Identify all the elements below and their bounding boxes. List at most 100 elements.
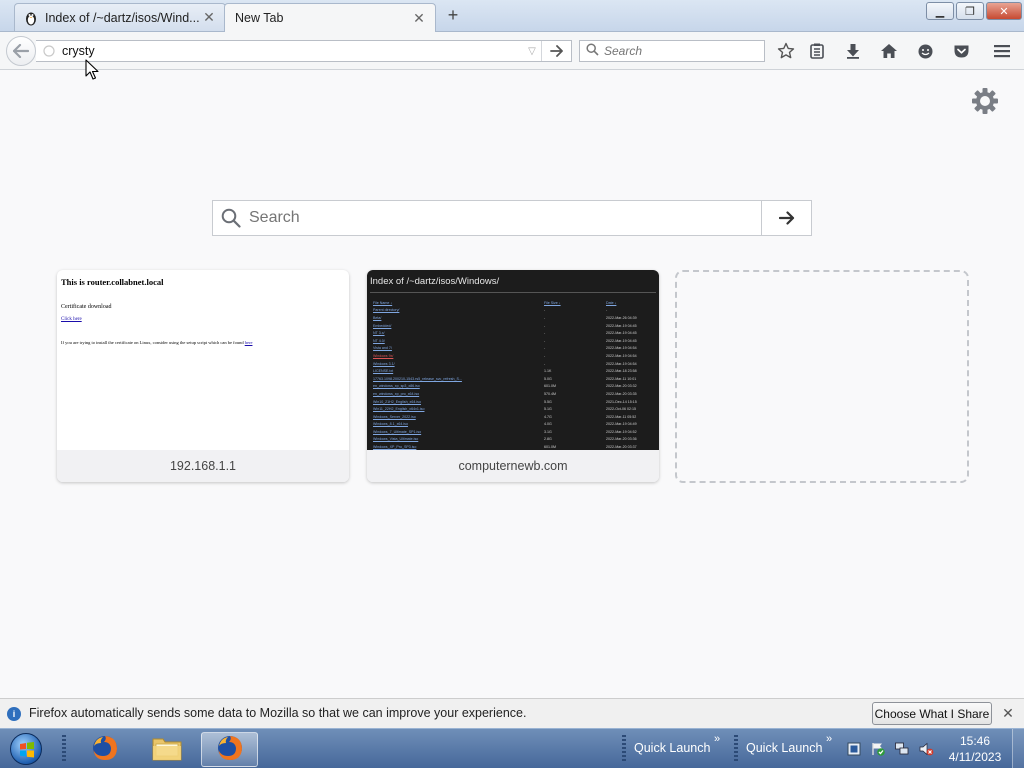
thumb-table-cell: - — [544, 308, 546, 313]
back-arrow-icon[interactable] — [6, 36, 36, 66]
windows-taskbar: Quick Launch » Quick Launch » 15:46 4/11… — [0, 728, 1024, 768]
thumb-table-cell: Windows 3.1/ — [373, 361, 395, 366]
thumb-table-cell: Win11_22H2_English_x64v1.iso — [373, 407, 425, 412]
window-close-button[interactable]: ✕ — [986, 2, 1022, 20]
start-button[interactable] — [4, 731, 48, 767]
gear-icon[interactable] — [970, 86, 1000, 116]
taskbar-grip[interactable] — [734, 735, 738, 763]
tab-close-icon[interactable]: ✕ — [411, 10, 427, 26]
url-dropdown-icon[interactable]: ▽ — [523, 46, 541, 57]
downloads-icon[interactable] — [842, 41, 864, 61]
thumb-table-cell: 2022-Mar-20 03:35 — [606, 391, 637, 396]
data-reporting-notification: i Firefox automatically sends some data … — [0, 698, 1024, 728]
quick-launch-toolbar-1[interactable]: Quick Launch » — [634, 733, 720, 755]
minimize-button[interactable]: ▁ — [926, 2, 954, 20]
thumb-table-cell: en_windows_xp_pro_x64.iso — [373, 391, 420, 396]
thumb-table-cell: NT 3.x/ — [373, 331, 385, 336]
thumb-table-row: Windows_XP_Pro_SP3.iso 601.0M 2022-Mar-20 … — [370, 443, 656, 450]
top-site-tile-computernewb[interactable]: Index of /~dartz/isos/Windows/ File Name… — [367, 270, 659, 482]
home-icon[interactable] — [878, 41, 900, 61]
tile-label: 192.168.1.1 — [57, 450, 349, 482]
thumb-table-cell: Windows_7_Ultimate_SP1.iso — [373, 429, 422, 434]
taskbar-firefox-pinned[interactable] — [80, 732, 130, 767]
thumb-table-cell: LICENSE.txt — [373, 369, 394, 374]
thumb-table-cell: 5.0G — [544, 376, 552, 381]
show-desktop-button[interactable] — [1012, 729, 1024, 768]
language-icon[interactable] — [846, 741, 862, 757]
maximize-button[interactable]: ❐ — [956, 2, 984, 20]
site-identity-icon[interactable] — [36, 41, 62, 61]
tab-new-tab[interactable]: New Tab ✕ — [224, 3, 436, 32]
thumb-table-cell: 2022-Mar-19 04:45 — [606, 331, 637, 336]
thumb-table-cell: 2022-Oct-06 02:15 — [606, 407, 636, 412]
clock-time: 15:46 — [959, 734, 991, 748]
bookmarks-menu-icon[interactable] — [806, 41, 828, 61]
thumb-table-cell: - — [544, 346, 546, 351]
thumb-table-cell: - — [544, 315, 546, 320]
choose-what-i-share-button[interactable]: Choose What I Share — [872, 702, 992, 725]
thumb-table-cell: Windows_Server_2022.iso — [373, 414, 416, 419]
thumb-table-cell: Beta/ — [373, 315, 382, 320]
chevron-icon[interactable]: » — [826, 733, 832, 745]
tab-index-dartz[interactable]: Index of /~dartz/isos/Wind... ✕ — [14, 3, 226, 31]
notification-close-icon[interactable]: ✕ — [1000, 705, 1016, 721]
taskbar-firefox-active[interactable] — [201, 732, 258, 767]
chevron-icon[interactable]: » — [714, 733, 720, 745]
new-tab-plus-icon[interactable]: + — [444, 5, 462, 25]
thumb-table-cell: Windows_8.1_x64.iso — [373, 422, 408, 427]
system-clock[interactable]: 15:46 4/11/2023 — [944, 733, 1006, 765]
thumb-table-row: Windows 9x/ - 2022-Mar-19 04:54 — [370, 352, 656, 360]
tab-close-icon[interactable]: ✕ — [201, 9, 217, 26]
url-input[interactable] — [62, 44, 523, 58]
toolbar-search-bar[interactable] — [579, 40, 765, 62]
thumb-table-cell: en_windows_xp_sp3_x86.iso — [373, 384, 420, 389]
quick-launch-toolbar-2[interactable]: Quick Launch » — [746, 733, 832, 755]
thumb-table-cell: 4.0G — [544, 422, 552, 427]
thumb-table-cell: 2022-Mar-19 04:45 — [606, 338, 637, 343]
thumb-table-cell: 601.0M — [544, 384, 556, 389]
thumb-table-cell: - — [544, 353, 546, 358]
go-arrow-icon[interactable] — [541, 41, 571, 61]
volume-muted-icon[interactable] — [918, 741, 934, 757]
thumb-table-cell: - — [544, 331, 546, 336]
thumb-table-cell: 2.8G — [544, 437, 552, 442]
network-icon[interactable] — [894, 741, 910, 757]
taskbar-explorer[interactable] — [142, 732, 192, 767]
thumb-paragraph: If you are trying to install the certifi… — [61, 340, 253, 345]
thumb-table-row: NT 3.x/ - 2022-Mar-19 04:45 — [370, 329, 656, 337]
url-bar[interactable]: ▽ — [36, 40, 572, 62]
taskbar-grip[interactable] — [622, 735, 626, 763]
firefox-icon — [90, 733, 120, 766]
thumb-table-row: en_windows_xp_sp3_x86.iso 601.0M 2022-Mar-… — [370, 383, 656, 391]
thumb-heading: This is router.collabnet.local — [61, 277, 164, 287]
page-search-box[interactable] — [212, 200, 812, 236]
hamburger-menu-icon[interactable] — [991, 41, 1013, 61]
thumb-table-cell: 3.1G — [544, 429, 552, 434]
thumb-table-cell: 17763.1098.200210-1543.rs5_release_svc_r… — [373, 376, 462, 381]
mouse-cursor-icon — [85, 59, 99, 81]
hello-chat-icon[interactable] — [914, 41, 936, 61]
thumb-table-cell: 2022-Mar-26 04:39 — [606, 315, 637, 320]
navigation-toolbar: ▽ — [0, 32, 1024, 70]
thumb-heading: Index of /~dartz/isos/Windows/ — [370, 276, 500, 287]
thumb-table-row: LICENSE.txt 1.1K 2022-Mar-18 23:58 — [370, 367, 656, 375]
thumb-table-cell: 2022-Mar-11 05:52 — [606, 414, 637, 419]
thumb-table-cell: 2022-Mar-20 03:36 — [606, 437, 637, 442]
thumb-subheading: Certificate download — [61, 304, 112, 310]
notification-message: Firefox automatically sends some data to… — [29, 706, 527, 720]
action-center-flag-icon[interactable] — [870, 741, 886, 757]
thumb-table-cell: 601.0M — [544, 445, 556, 450]
thumb-table-row: 17763.1098.200210-1543.rs5_release_svc_r… — [370, 375, 656, 383]
thumb-table-cell: 2022-Mar-19 04:54 — [606, 353, 637, 358]
search-go-arrow-icon[interactable] — [761, 201, 811, 235]
page-search-input[interactable] — [249, 201, 761, 235]
thumb-table-row: Win10_21H2_English_x64.iso 5.5G 2021-Dec-1… — [370, 398, 656, 406]
bookmark-star-icon[interactable] — [775, 41, 797, 61]
toolbar-search-input[interactable] — [604, 44, 754, 58]
thumb-table-cell: 2022-Mar-19 04:49 — [606, 422, 637, 427]
folder-icon — [151, 734, 183, 765]
thumb-table-cell: 2022-Mar-18 23:58 — [606, 369, 637, 374]
pocket-icon[interactable] — [950, 41, 972, 61]
top-site-tile-router[interactable]: This is router.collabnet.local Certifica… — [57, 270, 349, 482]
taskbar-grip[interactable] — [62, 735, 66, 763]
